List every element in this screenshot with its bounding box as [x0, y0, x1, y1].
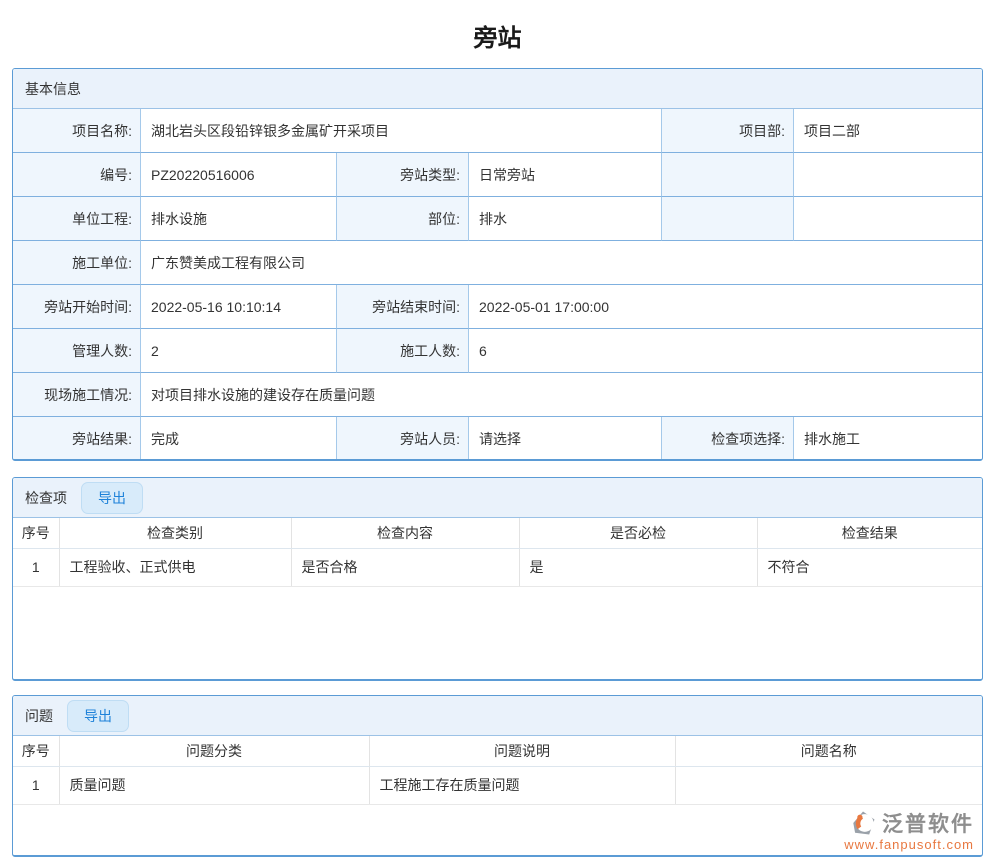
row-problem-name [675, 766, 982, 804]
row-no: 1 [13, 548, 59, 586]
row-check-content: 是否合格 [291, 548, 519, 586]
check-items-section-header: 检查项 导出 [13, 478, 982, 518]
result-label: 旁站结果: [13, 417, 141, 461]
fanpu-logo-icon [848, 808, 878, 838]
row-check-category: 工程验收、正式供电 [59, 548, 291, 586]
basic-info-grid: 项目名称: 湖北岩头区段铅锌银多金属矿开采项目 项目部: 项目二部 编号: PZ… [13, 109, 982, 461]
row-required: 是 [519, 548, 757, 586]
result-value: 完成 [141, 417, 337, 461]
type-label: 旁站类型: [337, 153, 469, 197]
problems-title: 问题 [25, 706, 53, 726]
part-label: 部位: [337, 197, 469, 241]
site-situation-label: 现场施工情况: [13, 373, 141, 417]
end-time-label: 旁站结束时间: [337, 285, 469, 329]
brand-name: 泛普软件 [882, 808, 974, 838]
row-no: 1 [13, 766, 59, 804]
number-label: 编号: [13, 153, 141, 197]
fanpu-logo: 泛普软件 www.fanpusoft.com [844, 808, 974, 852]
start-time-label: 旁站开始时间: [13, 285, 141, 329]
end-time-value: 2022-05-01 17:00:00 [469, 285, 982, 329]
empty-value-cell [794, 197, 982, 241]
basic-info-section-header: 基本信息 [13, 69, 982, 109]
project-name-value: 湖北岩头区段铅锌银多金属矿开采项目 [141, 109, 662, 153]
col-header-check-category: 检查类别 [59, 518, 291, 548]
page-title: 旁站 [0, 18, 995, 53]
managers-count-value: 2 [141, 329, 337, 373]
construction-unit-label: 施工单位: [13, 241, 141, 285]
check-items-header-row: 序号 检查类别 检查内容 是否必检 检查结果 [13, 518, 982, 548]
type-value: 日常旁站 [469, 153, 662, 197]
row-check-result: 不符合 [757, 548, 982, 586]
project-dept-label: 项目部: [662, 109, 794, 153]
problems-header-row: 序号 问题分类 问题说明 问题名称 [13, 736, 982, 766]
problems-table: 序号 问题分类 问题说明 问题名称 1 质量问题 工程施工存在质量问题 [13, 736, 982, 805]
check-item-select-value: 排水施工 [794, 417, 982, 461]
unit-project-label: 单位工程: [13, 197, 141, 241]
empty-value-cell [794, 153, 982, 197]
brand-website: www.fanpusoft.com [844, 837, 974, 852]
site-situation-value: 对项目排水设施的建设存在质量问题 [141, 373, 982, 417]
workers-count-value: 6 [469, 329, 982, 373]
project-dept-value: 项目二部 [794, 109, 982, 153]
col-header-check-result: 检查结果 [757, 518, 982, 548]
row-problem-description: 工程施工存在质量问题 [369, 766, 675, 804]
problems-section-header: 问题 导出 [13, 696, 982, 736]
managers-count-label: 管理人数: [13, 329, 141, 373]
check-item-select-label: 检查项选择: [662, 417, 794, 461]
construction-unit-value: 广东赞美成工程有限公司 [141, 241, 982, 285]
col-header-problem-category: 问题分类 [59, 736, 369, 766]
part-value: 排水 [469, 197, 662, 241]
project-name-label: 项目名称: [13, 109, 141, 153]
check-items-panel: 检查项 导出 序号 检查类别 检查内容 是否必检 检查结果 1 工程验收、正式供… [12, 477, 983, 681]
start-time-value: 2022-05-16 10:10:14 [141, 285, 337, 329]
col-header-problem-description: 问题说明 [369, 736, 675, 766]
basic-info-panel: 基本信息 项目名称: 湖北岩头区段铅锌银多金属矿开采项目 项目部: 项目二部 编… [12, 68, 983, 461]
problems-panel: 问题 导出 序号 问题分类 问题说明 问题名称 1 质量问题 工程施工存在质量问… [12, 695, 983, 857]
col-header-required: 是否必检 [519, 518, 757, 548]
check-items-title: 检查项 [25, 488, 67, 508]
row-problem-category: 质量问题 [59, 766, 369, 804]
empty-label-cell [662, 197, 794, 241]
check-items-table: 序号 检查类别 检查内容 是否必检 检查结果 1 工程验收、正式供电 是否合格 … [13, 518, 982, 587]
table-row: 1 工程验收、正式供电 是否合格 是 不符合 [13, 548, 982, 586]
empty-label-cell [662, 153, 794, 197]
number-value: PZ20220516006 [141, 153, 337, 197]
workers-count-label: 施工人数: [337, 329, 469, 373]
col-header-no: 序号 [13, 736, 59, 766]
check-items-export-button[interactable]: 导出 [81, 482, 143, 514]
personnel-label: 旁站人员: [337, 417, 469, 461]
col-header-check-content: 检查内容 [291, 518, 519, 548]
col-header-problem-name: 问题名称 [675, 736, 982, 766]
personnel-value: 请选择 [469, 417, 662, 461]
unit-project-value: 排水设施 [141, 197, 337, 241]
problems-export-button[interactable]: 导出 [67, 700, 129, 732]
table-row: 1 质量问题 工程施工存在质量问题 [13, 766, 982, 804]
col-header-no: 序号 [13, 518, 59, 548]
